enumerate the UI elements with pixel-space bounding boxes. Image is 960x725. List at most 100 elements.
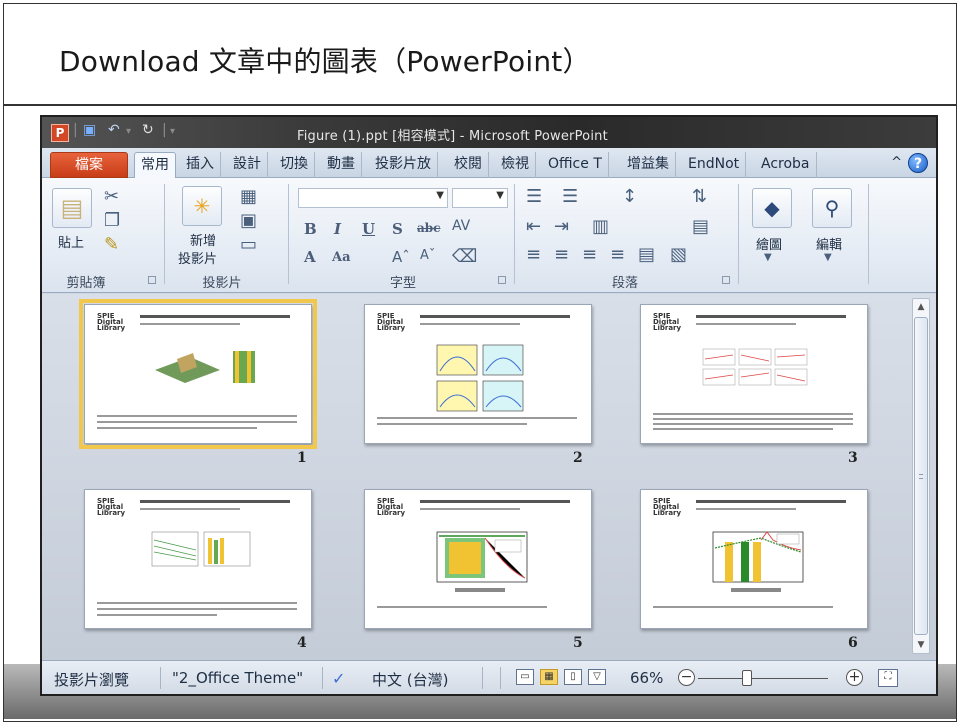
tab-insert[interactable]: 插入	[180, 152, 221, 178]
font-color-button[interactable]: A	[304, 248, 316, 266]
tab-review[interactable]: 校閱	[448, 152, 489, 178]
scroll-up-icon[interactable]: ▲	[913, 299, 929, 315]
find-icon[interactable]: ⚲	[812, 188, 852, 228]
group-divider	[288, 184, 289, 284]
slide-thumbnail[interactable]: SPIE Digital Library	[79, 299, 317, 449]
separator	[160, 667, 161, 689]
font-launcher-icon[interactable]	[498, 276, 506, 284]
change-case-button[interactable]: Aa	[332, 250, 351, 265]
copy-icon[interactable]: ❐	[104, 210, 120, 231]
zoom-level[interactable]: 66%	[630, 669, 663, 687]
paragraph-launcher-icon[interactable]	[722, 276, 730, 284]
tab-home[interactable]: 常用	[134, 152, 176, 178]
zoom-slider-handle[interactable]	[742, 670, 752, 686]
tab-slideshow[interactable]: 投影片放	[369, 152, 438, 178]
text-line	[420, 508, 520, 510]
undo-icon[interactable]: ↶	[108, 122, 120, 138]
shrink-font-icon[interactable]: Aˇ	[420, 248, 435, 263]
slide-thumbnail[interactable]: SPIE Digital Library	[364, 304, 592, 444]
line-spacing-icon[interactable]: ↕	[622, 186, 637, 207]
clipboard-launcher-icon[interactable]	[148, 276, 156, 284]
paste-icon[interactable]: ▤	[52, 188, 92, 228]
clear-format-icon[interactable]: ⌫	[452, 246, 477, 267]
tab-acrobat[interactable]: Acroba	[755, 152, 817, 178]
tab-file[interactable]: 檔案	[50, 152, 128, 178]
slide-thumbnail[interactable]: SPIE Digital Library	[640, 489, 868, 629]
center-icon[interactable]: ≡	[554, 244, 569, 265]
strikethrough-button[interactable]: abc	[417, 221, 440, 235]
justify-icon[interactable]: ≡	[610, 244, 625, 265]
slide-sorter-view-icon[interactable]: ▦	[540, 669, 558, 685]
tab-animations[interactable]: 動畫	[321, 152, 362, 178]
font-size-combo[interactable]: ▼	[452, 188, 508, 208]
window-title: Figure (1).ppt [相容模式] - Microsoft PowerP…	[297, 129, 608, 144]
tab-office-tab[interactable]: Office T	[542, 152, 609, 178]
minimize-ribbon-icon[interactable]: ^	[891, 155, 902, 170]
drawing-icon[interactable]: ◆	[752, 188, 792, 228]
text-line	[377, 417, 577, 419]
zoom-slider-track[interactable]	[698, 678, 828, 679]
shadow-button[interactable]: S	[392, 220, 403, 238]
font-name-combo[interactable]: ▼	[298, 188, 448, 208]
zoom-out-button[interactable]: −	[678, 669, 695, 686]
numbering-icon[interactable]: ☰	[562, 186, 578, 207]
text-direction-icon[interactable]: ⇅	[692, 186, 707, 207]
drawing-label[interactable]: 繪圖	[756, 234, 782, 253]
reset-icon[interactable]: ▣	[240, 210, 257, 231]
new-slide-icon[interactable]: ✳	[182, 186, 222, 226]
help-icon[interactable]: ?	[908, 153, 928, 173]
slideshow-view-icon[interactable]: ▽	[588, 669, 606, 685]
spell-check-icon[interactable]: ✓	[332, 669, 345, 688]
italic-button[interactable]: I	[334, 220, 341, 238]
tab-endnote[interactable]: EndNot	[682, 152, 747, 178]
scroll-down-icon[interactable]: ▼	[913, 637, 929, 653]
tab-view[interactable]: 檢視	[495, 152, 536, 178]
cut-icon[interactable]: ✂	[104, 186, 119, 207]
char-spacing-icon[interactable]: AV	[452, 218, 470, 234]
drawing-dropdown-icon[interactable]: ▼	[764, 252, 772, 263]
undo-dropdown-icon[interactable]: ▾	[126, 126, 131, 137]
scrollbar-thumb[interactable]	[914, 317, 928, 635]
tab-design[interactable]: 設計	[227, 152, 268, 178]
paste-label[interactable]: 貼上	[58, 232, 84, 251]
grow-font-icon[interactable]: Aˆ	[392, 248, 410, 266]
bold-button[interactable]: B	[304, 220, 317, 238]
section-icon[interactable]: ▭	[240, 234, 257, 255]
decrease-indent-icon[interactable]: ⇤	[526, 216, 541, 237]
align-right-icon[interactable]: ≡	[582, 244, 597, 265]
tab-addins[interactable]: 增益集	[621, 152, 676, 178]
tab-transitions[interactable]: 切換	[274, 152, 315, 178]
text-line	[420, 323, 520, 325]
layout-icon[interactable]: ▦	[240, 186, 257, 207]
align-left-icon[interactable]: ≡	[526, 244, 541, 265]
underline-button[interactable]: U	[362, 220, 375, 238]
save-icon[interactable]: ▣	[83, 122, 96, 138]
vertical-scrollbar[interactable]: ▲ ▼	[912, 298, 930, 654]
theme-label[interactable]: "2_Office Theme"	[172, 669, 303, 687]
text-line	[420, 500, 570, 503]
slide-thumbnail[interactable]: SPIE Digital Library	[84, 489, 312, 629]
powerpoint-logo-icon[interactable]: P	[51, 124, 69, 142]
separator: |	[73, 122, 78, 138]
figure-preview-icon	[702, 348, 808, 386]
redo-icon[interactable]: ↻	[142, 122, 154, 138]
customize-qat-icon[interactable]: ▾	[170, 126, 175, 137]
columns-icon[interactable]: ▥	[592, 216, 609, 237]
new-slide-label-1[interactable]: 新增	[190, 230, 216, 249]
language-label[interactable]: 中文 (台灣)	[372, 669, 448, 690]
fit-to-window-icon[interactable]: ⛶	[878, 669, 898, 687]
slide-thumbnail[interactable]: SPIE Digital Library	[364, 489, 592, 629]
editing-label[interactable]: 編輯	[816, 234, 842, 253]
increase-indent-icon[interactable]: ⇥	[554, 216, 569, 237]
align-text-icon[interactable]: ▤	[692, 216, 709, 237]
slide-thumbnail[interactable]: SPIE Digital Library	[640, 304, 868, 444]
new-slide-label-2[interactable]: 投影片	[178, 248, 217, 267]
editing-dropdown-icon[interactable]: ▼	[824, 252, 832, 263]
bullets-icon[interactable]: ☰	[526, 186, 542, 207]
smartart-icon[interactable]: ▧	[670, 244, 687, 265]
reading-view-icon[interactable]: ▯	[564, 669, 582, 685]
zoom-in-button[interactable]: +	[846, 669, 863, 686]
format-painter-icon[interactable]: ✎	[104, 234, 119, 255]
normal-view-icon[interactable]: ▭	[516, 669, 534, 685]
distributed-icon[interactable]: ▤	[638, 244, 655, 265]
